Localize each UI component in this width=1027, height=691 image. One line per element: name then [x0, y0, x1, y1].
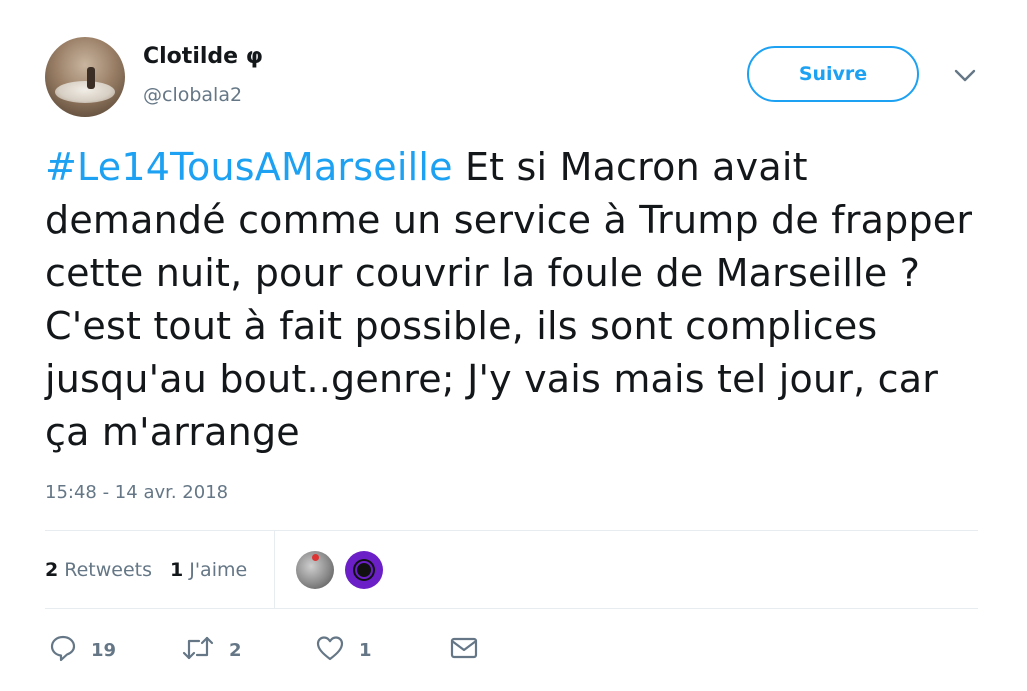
tweet-text: #Le14TousAMarseille Et si Macron avait d…	[45, 141, 985, 459]
follow-button[interactable]: Suivre	[747, 46, 919, 102]
heart-icon	[315, 634, 345, 666]
reply-button[interactable]: 19	[49, 632, 116, 668]
reply-count: 19	[91, 639, 117, 661]
hashtag-link[interactable]: #Le14TousAMarseille	[45, 145, 453, 189]
liker-avatar[interactable]	[345, 551, 383, 589]
like-button[interactable]: 1	[315, 632, 372, 668]
profile-avatar[interactable]	[45, 37, 125, 117]
stats-vertical-divider	[274, 531, 275, 608]
retweets-stat[interactable]: 2 Retweets	[45, 559, 152, 581]
user-display-name[interactable]: Clotilde φ	[143, 44, 263, 69]
likes-count: 1	[170, 558, 184, 581]
liker-avatar-detail	[312, 554, 319, 561]
likes-label: J'aime	[189, 558, 248, 581]
user-handle[interactable]: @clobala2	[143, 84, 242, 106]
retweets-count: 2	[45, 558, 59, 581]
envelope-icon	[449, 635, 479, 665]
reply-icon	[49, 634, 77, 666]
liker-avatar-detail	[355, 561, 373, 579]
direct-message-button[interactable]	[449, 632, 479, 668]
liker-avatar[interactable]	[296, 551, 334, 589]
avatar-figure-shape	[87, 67, 95, 89]
retweet-button[interactable]: 2	[181, 632, 242, 668]
likes-stat[interactable]: 1 J'aime	[170, 559, 247, 581]
retweets-label: Retweets	[64, 558, 152, 581]
tweet-timestamp[interactable]: 15:48 - 14 avr. 2018	[45, 482, 228, 503]
retweet-count: 2	[229, 639, 242, 661]
tweet-body: Et si Macron avait demandé comme un serv…	[45, 145, 973, 454]
like-count: 1	[359, 639, 372, 661]
retweet-icon	[181, 634, 215, 666]
tweet-stats: 2 Retweets 1 J'aime	[45, 531, 265, 608]
chevron-down-icon[interactable]	[952, 64, 978, 88]
avatar-plate-shape	[55, 81, 115, 103]
divider-bottom	[45, 608, 978, 609]
